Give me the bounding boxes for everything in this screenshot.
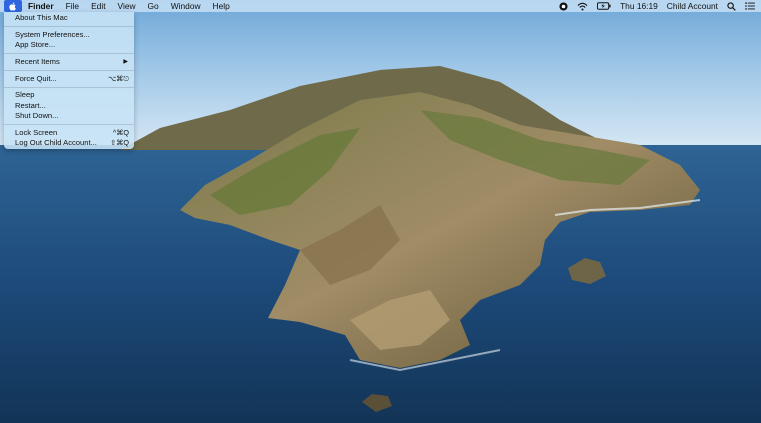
menu-go[interactable]: Go: [142, 0, 165, 12]
menu-finder[interactable]: Finder: [22, 0, 60, 12]
menu-separator: [4, 53, 134, 55]
apple-icon: [9, 2, 16, 11]
menu-file[interactable]: File: [60, 0, 86, 12]
menu-separator: [4, 26, 134, 28]
menu-item-label: Recent Items: [15, 56, 60, 66]
menu-bar: Finder File Edit View Go Window Help Thu…: [0, 0, 761, 12]
menu-item-label: Lock Screen: [15, 127, 58, 137]
menu-item-label: App Store...: [15, 40, 56, 50]
menu-item-shortcut: ⌥⌘⎋: [107, 73, 129, 83]
submenu-arrow-icon: ▶: [123, 58, 128, 65]
menu-item-shortcut: ^⌘Q: [112, 127, 129, 137]
menu-view[interactable]: View: [112, 0, 142, 12]
menu-item-shut-down[interactable]: Shut Down...: [4, 111, 134, 122]
menu-bar-clock[interactable]: Thu 16:19: [620, 0, 658, 12]
menu-item-restart[interactable]: Restart...: [4, 101, 134, 112]
screen-record-icon[interactable]: [559, 0, 568, 12]
menu-item-about-this-mac[interactable]: About This Mac: [4, 13, 134, 24]
menu-item-label: Force Quit...: [15, 73, 57, 83]
menu-item-label: About This Mac: [15, 13, 68, 22]
menu-bar-status-area: Thu 16:19 Child Account: [559, 0, 755, 12]
menu-separator: [4, 86, 134, 88]
menu-separator: [4, 69, 134, 71]
search-icon[interactable]: [727, 0, 736, 12]
menu-item-system-preferences[interactable]: System Preferences...: [4, 30, 134, 41]
menu-window[interactable]: Window: [165, 0, 207, 12]
menu-item-label: Sleep: [15, 90, 35, 100]
menu-bar-user[interactable]: Child Account: [667, 0, 718, 12]
menu-edit[interactable]: Edit: [85, 0, 111, 12]
menu-item-lock-screen[interactable]: Lock Screen ^⌘Q: [4, 128, 134, 139]
battery-icon[interactable]: [597, 0, 611, 12]
menu-item-log-out[interactable]: Log Out Child Account... ⇧⌘Q: [4, 138, 134, 149]
menu-item-label: Restart...: [15, 100, 46, 110]
menu-item-label: Shut Down...: [15, 111, 59, 121]
apple-menu-button[interactable]: [4, 0, 22, 12]
menu-item-label: Log Out Child Account...: [15, 138, 97, 148]
menu-item-force-quit[interactable]: Force Quit... ⌥⌘⎋: [4, 74, 134, 85]
menu-separator: [4, 124, 134, 126]
menu-item-recent-items[interactable]: Recent Items ▶: [4, 57, 134, 68]
wifi-icon[interactable]: [577, 0, 588, 12]
menu-item-shortcut: ⇧⌘Q: [110, 138, 129, 148]
menu-item-label: System Preferences...: [15, 29, 90, 39]
menu-item-sleep[interactable]: Sleep: [4, 90, 134, 101]
menu-item-app-store[interactable]: App Store...: [4, 40, 134, 51]
menu-help[interactable]: Help: [207, 0, 236, 12]
apple-dropdown-menu: About This Mac System Preferences... App…: [4, 12, 134, 149]
notification-center-icon[interactable]: [745, 0, 755, 12]
